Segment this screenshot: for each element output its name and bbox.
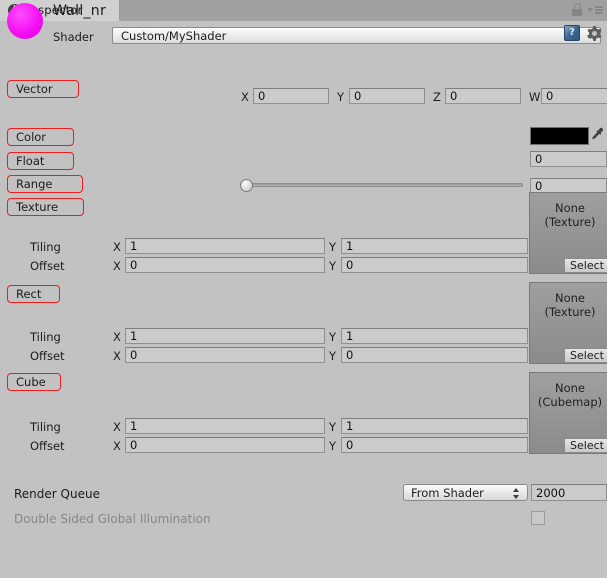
inspector-window: i Inspector Wall_nr Shader Custom/MyShad… — [0, 0, 607, 578]
cube-offset-label: Offset — [30, 439, 65, 453]
texture-offset-x-input[interactable]: 0 — [125, 257, 325, 273]
property-label-vector[interactable]: Vector — [7, 80, 79, 98]
cube-slot-line1: None — [554, 381, 585, 395]
rect-object-slot[interactable]: None (Texture) Select — [529, 282, 607, 364]
vector-y-input[interactable]: 0 — [349, 88, 425, 104]
property-label-rect[interactable]: Rect — [7, 285, 60, 303]
rect-tiling-label: Tiling — [30, 330, 61, 344]
rect-slot-line1: None — [554, 291, 585, 305]
rect-offset-label: Offset — [30, 349, 65, 363]
render-queue-label: Render Queue — [14, 487, 100, 501]
texture-slot-line2: (Texture) — [544, 215, 596, 229]
property-label-range[interactable]: Range — [7, 175, 83, 193]
rect-tiling-y-input[interactable]: 1 — [341, 328, 528, 344]
float-input[interactable]: 0 — [530, 151, 607, 167]
rect-select-button[interactable]: Select — [564, 348, 607, 363]
texture-offset-x-axis: X — [113, 259, 121, 273]
rect-offset-y-input[interactable]: 0 — [341, 347, 528, 363]
range-slider-track[interactable] — [240, 183, 523, 187]
cube-tiling-x-axis: X — [113, 420, 121, 434]
texture-slot-line1: None — [554, 201, 585, 215]
vector-x-input[interactable]: 0 — [253, 88, 329, 104]
range-slider-knob[interactable] — [240, 179, 253, 192]
property-label-color[interactable]: Color — [7, 128, 74, 146]
cube-select-button[interactable]: Select — [564, 438, 607, 453]
rect-slot-text: None (Texture) — [530, 291, 607, 319]
render-queue-dropdown[interactable]: From Shader — [403, 484, 528, 501]
shader-dropdown[interactable]: Custom/MyShader — [112, 27, 601, 44]
texture-tiling-x-axis: X — [113, 240, 121, 254]
shader-label: Shader — [53, 30, 94, 44]
double-sided-gi-label: Double Sided Global Illumination — [14, 512, 211, 526]
texture-offset-y-axis: Y — [329, 259, 337, 273]
color-swatch[interactable] — [530, 127, 589, 145]
property-label-float[interactable]: Float — [7, 152, 74, 170]
rect-offset-x-input[interactable]: 0 — [125, 347, 325, 363]
render-queue-value-input[interactable]: 2000 — [531, 484, 607, 501]
texture-select-button[interactable]: Select — [564, 258, 607, 273]
render-queue-dropdown-value: From Shader — [411, 485, 484, 500]
texture-tiling-y-input[interactable]: 1 — [341, 238, 528, 254]
hamburger-menu-icon[interactable] — [587, 3, 603, 16]
rect-offset-x-axis: X — [113, 349, 121, 363]
eyedropper-icon[interactable] — [589, 127, 604, 142]
cube-tiling-x-input[interactable]: 1 — [125, 418, 325, 434]
updown-arrows-icon — [513, 488, 520, 499]
cube-object-slot[interactable]: None (Cubemap) Select — [529, 372, 607, 454]
texture-tiling-x-input[interactable]: 1 — [125, 238, 325, 254]
lock-icon[interactable] — [571, 2, 583, 17]
tab-bar-controls — [571, 2, 603, 17]
vector-z-input[interactable]: 0 — [445, 88, 521, 104]
texture-object-slot[interactable]: None (Texture) Select — [529, 192, 607, 274]
vector-w-input[interactable]: 0 — [541, 88, 607, 104]
rect-offset-y-axis: Y — [329, 349, 337, 363]
cube-slot-text: None (Cubemap) — [530, 381, 607, 409]
material-header-icons: ? — [564, 25, 602, 41]
vector-z-axis: Z — [433, 90, 441, 104]
rect-tiling-y-axis: Y — [329, 330, 337, 344]
cube-offset-y-axis: Y — [329, 439, 337, 453]
book-help-icon[interactable]: ? — [564, 25, 580, 41]
shader-dropdown-value: Custom/MyShader — [121, 28, 227, 43]
cube-tiling-y-axis: Y — [329, 420, 337, 434]
texture-slot-text: None (Texture) — [530, 201, 607, 229]
texture-offset-y-input[interactable]: 0 — [341, 257, 528, 273]
vector-x-axis: X — [241, 90, 249, 104]
property-label-cube[interactable]: Cube — [7, 373, 61, 391]
rect-tiling-x-input[interactable]: 1 — [125, 328, 325, 344]
texture-offset-label: Offset — [30, 259, 65, 273]
rect-tiling-x-axis: X — [113, 330, 121, 344]
property-label-texture[interactable]: Texture — [7, 198, 84, 216]
material-preview-sphere[interactable] — [7, 3, 43, 39]
cube-tiling-label: Tiling — [30, 420, 61, 434]
double-sided-gi-checkbox[interactable] — [531, 511, 545, 525]
texture-tiling-label: Tiling — [30, 240, 61, 254]
texture-tiling-y-axis: Y — [329, 240, 337, 254]
cube-offset-y-input[interactable]: 0 — [341, 437, 528, 453]
vector-w-axis: W — [529, 90, 541, 104]
cube-offset-x-input[interactable]: 0 — [125, 437, 325, 453]
vector-y-axis: Y — [337, 90, 345, 104]
cube-tiling-y-input[interactable]: 1 — [341, 418, 528, 434]
rect-slot-line2: (Texture) — [544, 305, 596, 319]
cube-offset-x-axis: X — [113, 439, 121, 453]
gear-icon[interactable] — [587, 25, 602, 41]
cube-slot-line2: (Cubemap) — [537, 395, 603, 409]
material-name: Wall_nr — [53, 3, 107, 19]
